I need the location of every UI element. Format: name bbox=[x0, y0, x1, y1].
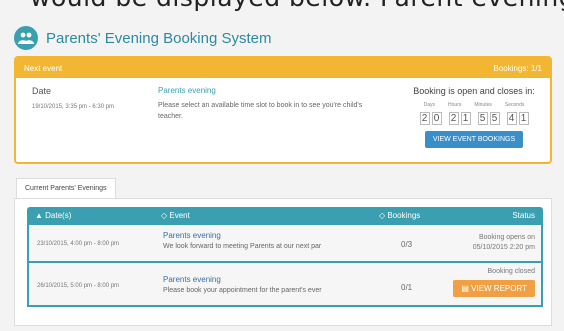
row-date: 26/10/2015, 5:00 pm - 8:00 pm bbox=[37, 283, 120, 289]
caption-strip: would be displayed below. Parent evening bbox=[0, 0, 564, 14]
header-bookings[interactable]: ◇ Bookings bbox=[379, 211, 420, 220]
header-status: Status bbox=[512, 211, 535, 220]
bookings-count: Bookings: 1/1 bbox=[493, 63, 542, 73]
row-bookings: 0/3 bbox=[401, 240, 413, 249]
digit: 1 bbox=[518, 112, 529, 125]
row-event: Parents evening We look forward to meeti… bbox=[163, 231, 321, 250]
events-table-panel: ▲ Date(s) ◇ Event ◇ Bookings Status 23/1… bbox=[14, 198, 552, 326]
countdown-title: Booking is open and closes in: bbox=[413, 86, 535, 96]
row-event-name[interactable]: Parents evening bbox=[163, 275, 322, 284]
countdown-digits: 2 0 2 1 5 5 4 1 bbox=[404, 112, 544, 125]
row-event: Parents evening Please book your appoint… bbox=[163, 275, 322, 294]
table-row[interactable]: 26/10/2015, 5:00 pm - 8:00 pm Parents ev… bbox=[27, 263, 543, 307]
digit: 0 bbox=[431, 112, 442, 125]
document-icon: ▤ bbox=[461, 283, 469, 293]
digit: 4 bbox=[506, 112, 517, 125]
date-value: 19/10/2015, 3:35 pm - 6:30 pm bbox=[32, 104, 115, 110]
users-icon bbox=[14, 26, 38, 50]
next-event-label: Next event bbox=[24, 63, 63, 73]
digit: 5 bbox=[477, 112, 488, 125]
digit: 1 bbox=[460, 112, 471, 125]
view-report-label: VIEW REPORT bbox=[471, 283, 527, 293]
event-link[interactable]: Parents evening bbox=[158, 86, 388, 95]
view-report-button[interactable]: ▤ VIEW REPORT bbox=[453, 279, 535, 297]
countdown-units: Days Hours Minutes Seconds bbox=[404, 102, 544, 108]
digit: 2 bbox=[419, 112, 430, 125]
next-event-date: Date 19/10/2015, 3:35 pm - 6:30 pm bbox=[32, 86, 114, 110]
header-event[interactable]: ◇ Event bbox=[161, 211, 190, 220]
unit-seconds: Seconds bbox=[504, 102, 525, 108]
view-event-bookings-button[interactable]: VIEW EVENT BOOKINGS bbox=[424, 131, 524, 148]
status-date: 05/10/2015 2:20 pm bbox=[472, 243, 535, 251]
tab-current-parents-evenings[interactable]: Current Parents' Evenings bbox=[16, 178, 116, 198]
caption-text: would be displayed below. Parent evening bbox=[30, 0, 564, 12]
row-bookings: 0/1 bbox=[401, 283, 413, 292]
row-event-desc: We look forward to meeting Parents at ou… bbox=[163, 243, 322, 250]
status-text: Booking closed bbox=[487, 268, 535, 275]
next-event-info: Parents evening Please select an availab… bbox=[158, 86, 388, 122]
app-title: Parents' Evening Booking System bbox=[46, 29, 272, 47]
table-row[interactable]: 23/10/2015, 4:00 pm - 8:00 pm Parents ev… bbox=[27, 225, 543, 263]
header-date[interactable]: ▲ Date(s) bbox=[35, 211, 71, 220]
app-header: Parents' Evening Booking System bbox=[14, 26, 271, 50]
row-event-desc: Please book your appointment for the par… bbox=[163, 287, 322, 294]
event-description: Please select an available time slot to … bbox=[158, 102, 363, 120]
unit-hours: Hours bbox=[448, 102, 462, 108]
next-event-header: Next event Bookings: 1/1 bbox=[16, 58, 550, 78]
status-text: Booking opens on bbox=[478, 234, 535, 241]
table-header: ▲ Date(s) ◇ Event ◇ Bookings Status bbox=[27, 207, 543, 225]
next-event-panel: Next event Bookings: 1/1 Date 19/10/2015… bbox=[14, 56, 552, 164]
date-label: Date bbox=[32, 86, 52, 96]
row-event-name[interactable]: Parents evening bbox=[163, 231, 321, 240]
row-status: Booking closed ▤ VIEW REPORT bbox=[453, 267, 535, 297]
unit-minutes: Minutes bbox=[474, 102, 492, 108]
countdown: Booking is open and closes in: Days Hour… bbox=[404, 86, 544, 148]
unit-days: Days bbox=[423, 102, 436, 108]
row-status: Booking opens on 05/10/2015 2:20 pm bbox=[473, 233, 535, 253]
digit: 2 bbox=[448, 112, 459, 125]
row-date: 23/10/2015, 4:00 pm - 8:00 pm bbox=[37, 241, 120, 247]
digit: 5 bbox=[489, 112, 500, 125]
